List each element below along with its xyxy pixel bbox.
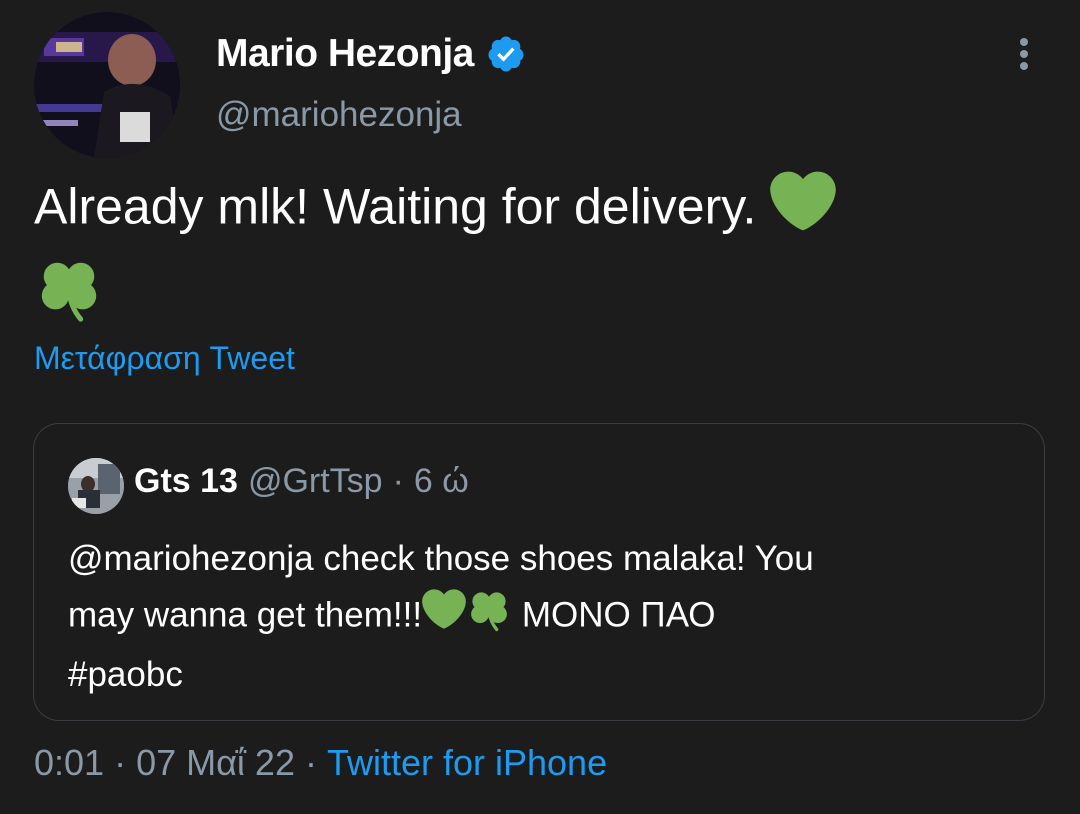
shamrock-icon bbox=[34, 253, 104, 342]
quoted-author-avatar[interactable] bbox=[68, 458, 124, 514]
verified-badge-icon bbox=[486, 34, 526, 74]
quoted-text-line2-suffix: ΜΟΝΟ ΠΑΟ bbox=[521, 595, 716, 635]
shamrock-icon bbox=[466, 586, 512, 648]
tweet-body: Already mlk! Waiting for delivery. bbox=[34, 178, 757, 235]
translate-tweet-link[interactable]: Μετάφραση Tweet bbox=[34, 340, 295, 377]
quoted-text-line1: @mariohezonja check those shoes malaka! … bbox=[68, 539, 814, 578]
tweet-metadata: 0:01 · 07 Μαΐ 22 · Twitter for iPhone bbox=[34, 742, 607, 784]
quoted-header: Gts 13 @GrtTsp · 6 ώ bbox=[134, 462, 469, 501]
green-heart-icon bbox=[422, 587, 466, 647]
tweet-date[interactable]: 07 Μαΐ 22 bbox=[136, 742, 295, 784]
quoted-tweet-card[interactable]: Gts 13 @GrtTsp · 6 ώ @mariohezonja check… bbox=[33, 423, 1045, 721]
more-vertical-icon[interactable] bbox=[1008, 36, 1040, 76]
meta-separator-1: · bbox=[114, 742, 127, 783]
quoted-author-handle[interactable]: @GrtTsp bbox=[248, 462, 383, 501]
quoted-text-line2-prefix: may wanna get them!!! bbox=[68, 595, 423, 635]
quoted-author-name[interactable]: Gts 13 bbox=[134, 462, 238, 501]
quoted-timestamp[interactable]: 6 ώ bbox=[414, 462, 469, 501]
tweet-text: Already mlk! Waiting for delivery. bbox=[34, 168, 1044, 342]
green-heart-icon bbox=[770, 168, 837, 253]
author-name[interactable]: Mario Hezonja bbox=[216, 32, 474, 76]
quoted-tweet-text: @mariohezonja check those shoes malaka! … bbox=[68, 532, 1018, 702]
avatar-photo bbox=[34, 12, 180, 158]
tweet-time[interactable]: 0:01 bbox=[34, 742, 104, 784]
quoted-separator: · bbox=[392, 462, 404, 500]
author-avatar[interactable] bbox=[34, 12, 180, 158]
meta-separator-2: · bbox=[304, 742, 317, 783]
quoted-avatar-photo bbox=[68, 458, 124, 514]
tweet-source-link[interactable]: Twitter for iPhone bbox=[327, 742, 607, 784]
quoted-hashtag[interactable]: #paobc bbox=[68, 655, 183, 694]
author-name-row[interactable]: Mario Hezonja bbox=[216, 32, 526, 76]
author-handle[interactable]: @mariohezonja bbox=[216, 95, 462, 135]
